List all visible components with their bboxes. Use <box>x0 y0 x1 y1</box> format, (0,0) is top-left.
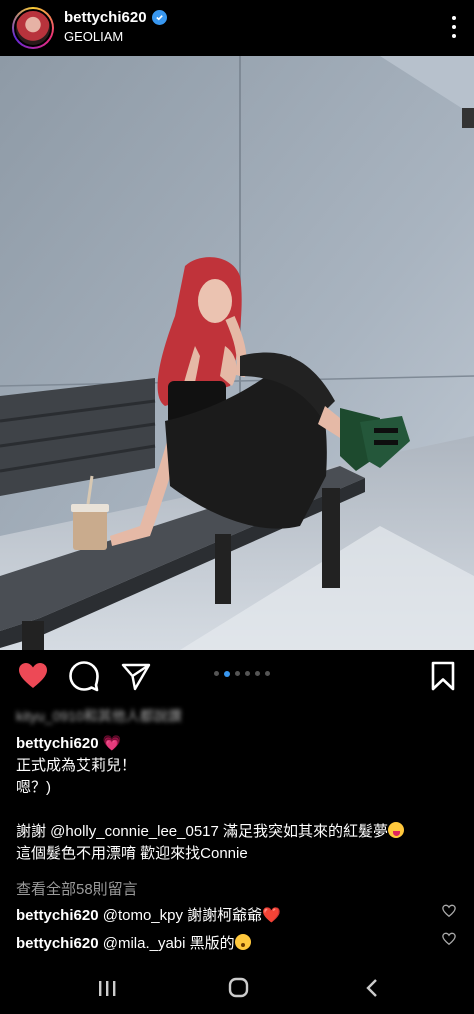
red-heart-icon: ❤️ <box>262 907 281 924</box>
comment-like-heart-icon[interactable] <box>442 932 456 946</box>
caption-username[interactable]: bettychi620 <box>16 735 99 752</box>
comment-icon[interactable] <box>68 660 100 692</box>
post-image[interactable] <box>0 56 474 650</box>
bookmark-icon[interactable] <box>427 660 459 692</box>
send-icon[interactable] <box>120 660 152 692</box>
carousel-dot <box>265 671 270 676</box>
carousel-indicator <box>214 670 270 677</box>
comment-item: bettychi620 @tomo_kpy 謝謝柯爺爺❤️ <box>16 904 436 925</box>
location[interactable]: GEOLIAM <box>64 29 167 44</box>
recents-icon[interactable] <box>94 976 120 1000</box>
caption-line: 嗯？) <box>16 779 51 796</box>
more-vertical-icon[interactable] <box>450 16 458 38</box>
avatar[interactable] <box>12 7 54 49</box>
tongue-emoji-icon <box>388 822 405 838</box>
caption: bettychi620 💗 正式成為艾莉兒！ 嗯？) 謝謝 @holly_con… <box>16 733 466 865</box>
system-nav-bar <box>0 962 474 1014</box>
avatar-image <box>14 9 52 47</box>
action-bar <box>0 656 474 696</box>
comment-like-heart-icon[interactable] <box>442 904 456 918</box>
liked-by-text[interactable]: kityu_0910和其他人都說讚 <box>16 706 346 728</box>
comment-username[interactable]: bettychi620 <box>16 907 99 924</box>
back-icon[interactable] <box>360 976 386 1000</box>
hushed-emoji-icon <box>234 934 251 950</box>
caption-line: 正式成為艾莉兒！ <box>16 757 137 774</box>
home-icon[interactable] <box>225 976 251 1000</box>
carousel-dot <box>255 671 260 676</box>
comment-username[interactable]: bettychi620 <box>16 935 99 952</box>
caption-line: 這個髮色不用漂唷 歡迎來找Connie <box>16 845 248 862</box>
comment-text: @tomo_kpy 謝謝柯爺爺 <box>102 907 263 924</box>
post-header: bettychi620 GEOLIAM <box>0 0 474 56</box>
carousel-dot <box>245 671 250 676</box>
verified-badge-icon <box>151 10 167 25</box>
carousel-dot-active <box>224 670 230 677</box>
comment-text: @mila._yabi 黑版的 <box>102 935 235 952</box>
view-all-comments-link[interactable]: 查看全部58則留言 <box>16 878 138 899</box>
user-block: bettychi620 GEOLIAM <box>64 9 167 44</box>
pink-heart-icon: 💗 <box>102 735 122 752</box>
carousel-dot <box>214 671 219 676</box>
caption-thanks-line: 謝謝 @holly_connie_lee_0517 滿足我突如其來的紅髮夢 <box>16 821 466 843</box>
username[interactable]: bettychi620 <box>64 9 147 26</box>
heart-icon[interactable] <box>17 660 49 692</box>
comment-item: bettychi620 @mila._yabi 黑版的 <box>16 932 436 953</box>
caption-line: 謝謝 @holly_connie_lee_0517 滿足我突如其來的紅髮夢 <box>16 823 389 840</box>
caption-header: bettychi620 💗 <box>16 733 466 755</box>
carousel-dot <box>235 671 240 676</box>
username-row: bettychi620 <box>64 9 167 26</box>
